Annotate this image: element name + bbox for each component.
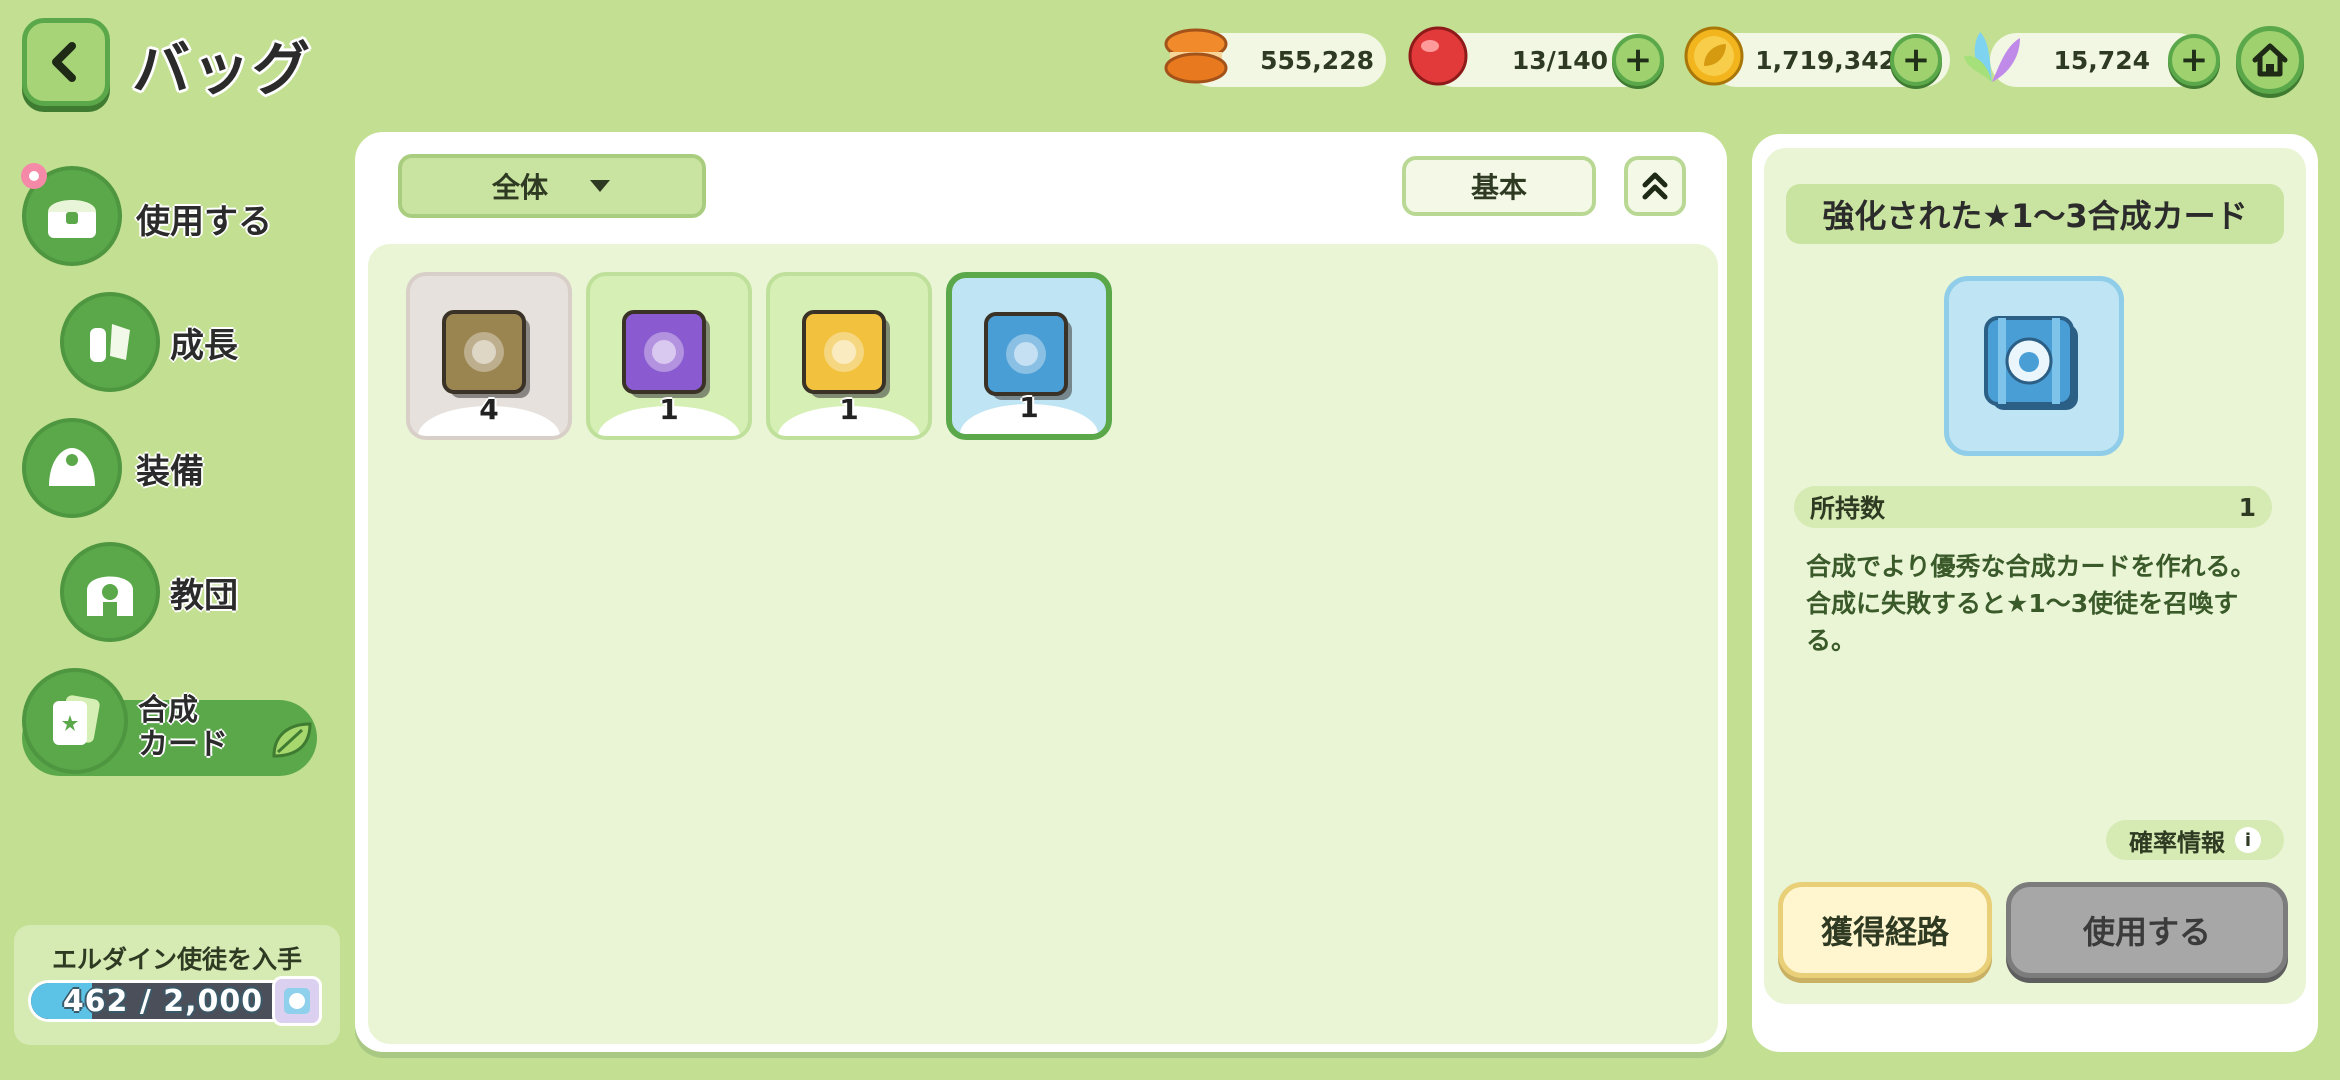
home-icon — [2252, 43, 2288, 77]
probability-label: 確率情報 — [2129, 828, 2225, 857]
probability-info-button[interactable]: 確率情報 i — [2106, 820, 2284, 860]
use-label: 使用する — [2082, 913, 2211, 951]
filter-dropdown[interactable]: 全体 — [398, 154, 706, 218]
plus-label: + — [1901, 40, 1931, 80]
quest-progress-text: 462 / 2,000 — [62, 983, 264, 1019]
resource-bread-value: 555,228 — [1260, 45, 1374, 75]
item-count: 1 — [839, 393, 859, 426]
flower-badge-icon — [21, 163, 47, 189]
sort-button[interactable]: 基本 — [1402, 156, 1596, 216]
potion-crystal-icon — [60, 292, 160, 392]
card-icon — [22, 668, 128, 774]
apostle-card-icon — [272, 976, 322, 1026]
use-button[interactable]: 使用する — [2006, 882, 2288, 978]
plus-label: + — [2179, 40, 2209, 80]
quantity-value: 1 — [2238, 492, 2256, 522]
detail-title: 強化された★1～3合成カード — [1786, 184, 2284, 244]
item-count: 4 — [479, 393, 499, 426]
temple-icon — [60, 542, 160, 642]
leaf-coin-icon — [1680, 22, 1748, 90]
obtain-label: 獲得経路 — [1820, 913, 1949, 951]
leaf-decoration-icon — [272, 722, 312, 758]
resource-gold-value: 1,719,342 — [1755, 45, 1896, 75]
item-count: 1 — [1019, 391, 1039, 424]
info-icon: i — [2235, 827, 2261, 853]
filter-label: 全体 — [491, 171, 548, 204]
description-line: 合成に失敗すると★1～3使徒を召喚する。 — [1806, 589, 2239, 655]
home-button[interactable] — [2236, 26, 2304, 94]
rainbow-leaf-icon — [1958, 22, 2026, 90]
inventory-item-bronze-card[interactable]: 4 — [406, 272, 572, 440]
red-candy-icon — [1404, 22, 1472, 90]
sidebar-item-label: 使用する — [136, 202, 272, 242]
inventory-item-purple-card[interactable]: 1 — [586, 272, 752, 440]
inventory-item-gold-card[interactable]: 1 — [766, 272, 932, 440]
stamina-plus-button[interactable]: + — [1612, 34, 1664, 86]
description-line: 合成でより優秀な合成カードを作れる。 — [1806, 552, 2256, 581]
double-chevron-up-icon — [1642, 172, 1668, 200]
item-count: 1 — [659, 393, 679, 426]
plus-label: + — [1623, 40, 1653, 80]
triangle-down-icon — [590, 180, 610, 192]
obtain-route-button[interactable]: 獲得経路 — [1778, 882, 1992, 978]
sidebar-item-label-line2: カード — [138, 727, 228, 762]
macaron-icon — [1162, 22, 1230, 90]
sidebar-item-label: 成長 — [170, 326, 238, 366]
sidebar-item-label: 合成 カード — [138, 694, 228, 762]
hat-icon — [22, 418, 122, 518]
crystal-plus-button[interactable]: + — [2168, 34, 2220, 86]
resource-stamina-value: 13/140 — [1511, 45, 1608, 75]
item-description: 合成でより優秀な合成カードを作れる。 合成に失敗すると★1～3使徒を召喚する。 — [1806, 548, 2256, 659]
quantity-label: 所持数 — [1810, 494, 1886, 523]
collapse-button[interactable] — [1624, 156, 1686, 216]
sidebar-item-label: 装備 — [136, 452, 204, 492]
back-button[interactable] — [22, 18, 110, 106]
inventory-item-blue-card[interactable]: 1 — [946, 272, 1112, 440]
detail-item-image — [1944, 276, 2124, 456]
sidebar-item-label: 教団 — [170, 576, 238, 616]
quantity-row: 所持数 1 — [1794, 486, 2272, 528]
chevron-left-icon — [52, 42, 76, 82]
quest-title: エルダイン使徒を入手 — [51, 945, 302, 974]
page-title: バッグ — [132, 35, 313, 103]
blue-card-icon — [1984, 316, 2078, 410]
resource-crystal-value: 15,724 — [2053, 45, 2150, 75]
sidebar-item-label-line1: 合成 — [138, 693, 198, 728]
gold-plus-button[interactable]: + — [1890, 34, 1942, 86]
sort-label: 基本 — [1470, 171, 1527, 204]
